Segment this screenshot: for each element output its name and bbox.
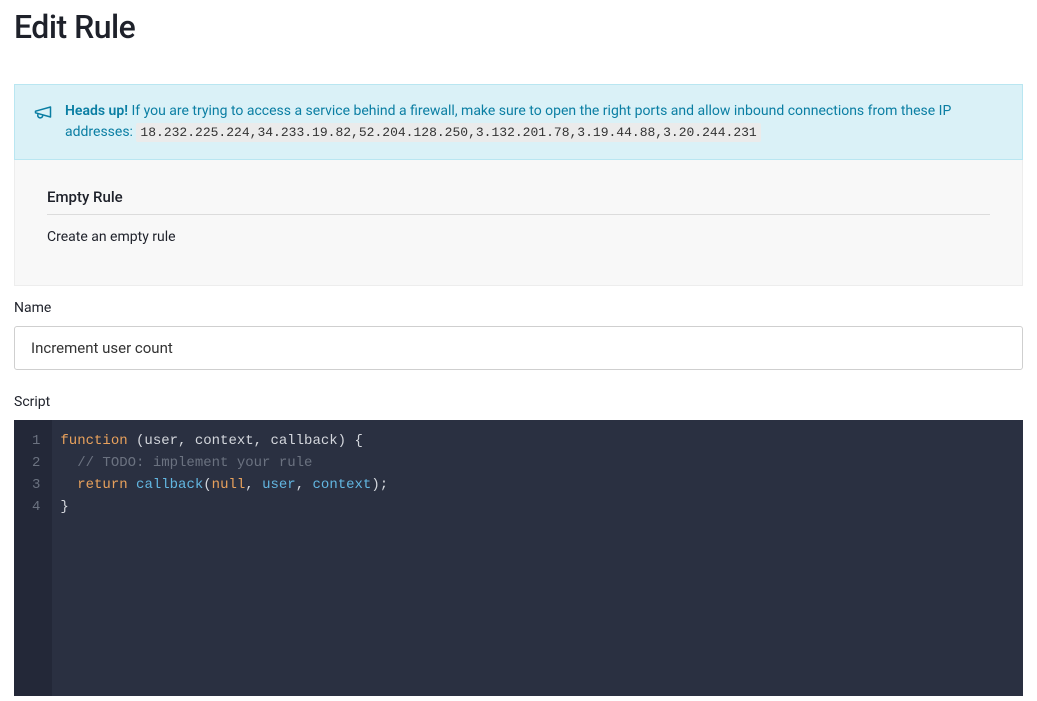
code-line: return callback(null, user, context); bbox=[60, 474, 1015, 496]
page-title: Edit Rule bbox=[14, 8, 1023, 46]
code-line: } bbox=[60, 496, 1015, 518]
ip-addresses: 18.232.225.224,34.233.19.82,52.204.128.2… bbox=[136, 123, 760, 142]
line-number: 3 bbox=[32, 474, 40, 496]
line-number-gutter: 1 2 3 4 bbox=[14, 420, 52, 696]
rule-info-panel: Empty Rule Create an empty rule bbox=[14, 160, 1023, 286]
name-input[interactable] bbox=[14, 326, 1023, 370]
code-line: // TODO: implement your rule bbox=[60, 452, 1015, 474]
firewall-alert: Heads up! If you are trying to access a … bbox=[14, 84, 1023, 160]
line-number: 1 bbox=[32, 430, 40, 452]
name-label: Name bbox=[14, 300, 1023, 316]
script-label: Script bbox=[14, 394, 1023, 410]
line-number: 2 bbox=[32, 452, 40, 474]
rule-template-heading: Empty Rule bbox=[47, 188, 990, 215]
rule-template-description: Create an empty rule bbox=[47, 229, 990, 245]
megaphone-icon bbox=[33, 102, 53, 126]
code-content[interactable]: function (user, context, callback) { // … bbox=[52, 420, 1023, 696]
code-line: function (user, context, callback) { bbox=[60, 430, 1015, 452]
line-number: 4 bbox=[32, 496, 40, 518]
alert-strong: Heads up! bbox=[65, 103, 128, 119]
script-editor[interactable]: 1 2 3 4 function (user, context, callbac… bbox=[14, 420, 1023, 696]
alert-text: Heads up! If you are trying to access a … bbox=[65, 101, 1004, 143]
